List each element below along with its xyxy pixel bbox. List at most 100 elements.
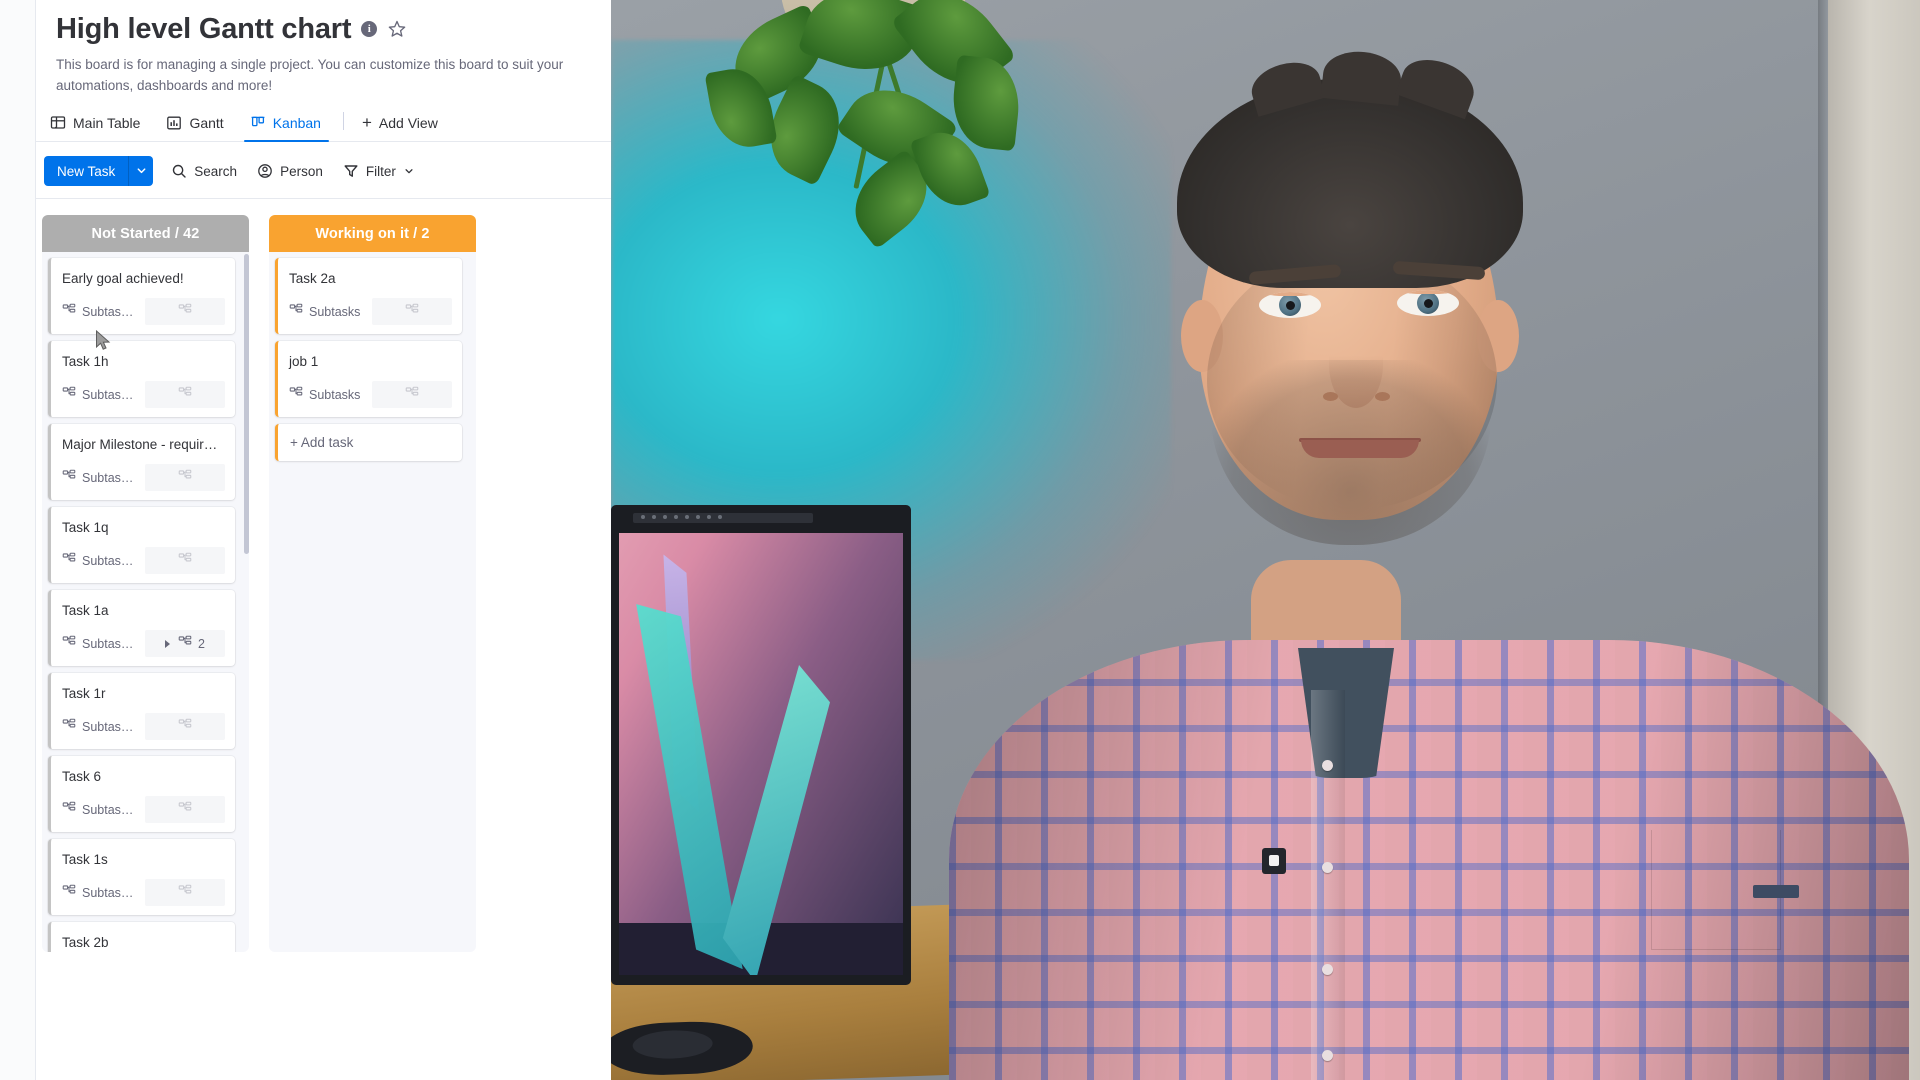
kanban-card[interactable]: Task 1a Subtas… 2 xyxy=(48,590,235,666)
tab-label: Kanban xyxy=(272,114,321,131)
tab-gantt[interactable]: Gantt xyxy=(154,105,237,141)
search-icon xyxy=(171,163,187,179)
add-view-button[interactable]: + Add View xyxy=(350,105,452,141)
webcam-video-feed xyxy=(611,0,1920,1080)
search-button[interactable]: Search xyxy=(169,159,239,183)
board-toolbar: New Task Search Person Filter xyxy=(36,142,611,198)
card-subtasks-row: Subtasks xyxy=(278,381,462,408)
card-subtasks-value[interactable] xyxy=(372,298,452,325)
kanban-card[interactable]: job 1 Subtasks xyxy=(275,341,462,417)
card-subtasks-label: Subtasks xyxy=(309,304,361,319)
board-description: This board is for managing a single proj… xyxy=(56,57,564,93)
view-tabs: Main Table Gantt Kanban + Add View xyxy=(36,106,611,142)
kanban-icon xyxy=(250,115,266,131)
nostril xyxy=(1323,392,1338,401)
tab-kanban[interactable]: Kanban xyxy=(238,105,335,142)
chevron-down-icon xyxy=(404,164,414,179)
card-subtasks-value[interactable] xyxy=(145,298,225,325)
subtask-icon xyxy=(178,635,192,652)
plus-icon: + xyxy=(361,113,372,132)
kanban-card[interactable]: Major Milestone - requirements ag… xyxy=(48,424,235,500)
card-subtasks-label-group: Subtas… xyxy=(51,879,145,906)
subtask-icon xyxy=(62,386,76,403)
column-body: Task 2a Subtasks job 1 Subtasks + Add ta… xyxy=(269,252,476,952)
card-subtasks-label: Subtas… xyxy=(82,470,134,485)
page-title: High level Gantt chart xyxy=(56,13,352,45)
kanban-app-panel: High level Gantt chart i This board is f… xyxy=(0,0,611,1080)
star-icon[interactable] xyxy=(387,19,407,39)
column-card-list: Task 2a Subtasks job 1 Subtasks + Add ta… xyxy=(275,258,471,946)
eyelid xyxy=(1397,290,1459,294)
kanban-board: Not Started / 42 Early goal achieved! Su… xyxy=(36,199,611,1080)
card-subtasks-label-group: Subtasks xyxy=(278,298,372,325)
kanban-card[interactable]: Task 6 Subtas… xyxy=(48,756,235,832)
subtask-count: 2 xyxy=(198,636,205,651)
card-subtasks-value[interactable] xyxy=(145,713,225,740)
subtask-icon xyxy=(405,303,419,320)
card-subtasks-value[interactable] xyxy=(145,879,225,906)
kanban-card[interactable]: Task 2a Subtasks xyxy=(275,258,462,334)
subtask-icon xyxy=(62,469,76,486)
column-scrollbar[interactable] xyxy=(244,254,249,554)
kanban-card[interactable]: Task 1s Subtas… xyxy=(48,839,235,915)
card-subtasks-label: Subtas… xyxy=(82,304,134,319)
card-subtasks-value[interactable] xyxy=(145,381,225,408)
kanban-card[interactable]: Task 2b xyxy=(48,922,235,952)
card-subtasks-row: Subtas… xyxy=(51,630,235,657)
info-icon[interactable]: i xyxy=(361,21,378,37)
card-subtasks-label: Subtas… xyxy=(82,885,134,900)
shirt-placket xyxy=(1311,690,1345,1080)
card-title: job 1 xyxy=(289,354,319,369)
card-title: Task 1q xyxy=(62,520,109,535)
card-subtasks-row: Subtas… xyxy=(51,796,235,823)
card-subtasks-value[interactable] xyxy=(145,464,225,491)
card-title: Task 2b xyxy=(62,935,109,950)
card-subtasks-row: Subtasks xyxy=(278,298,462,325)
person-icon xyxy=(257,163,273,179)
card-subtasks-value[interactable]: 2 xyxy=(145,630,225,657)
card-subtasks-value[interactable] xyxy=(372,381,452,408)
card-subtasks-label: Subtas… xyxy=(82,553,134,568)
kanban-card[interactable]: Task 1r Subtas… xyxy=(48,673,235,749)
pupil xyxy=(1424,299,1433,308)
filter-button[interactable]: Filter xyxy=(341,159,416,183)
card-subtasks-row: Subtas… xyxy=(51,298,235,325)
new-task-dropdown-button[interactable] xyxy=(128,156,154,186)
new-task-button[interactable]: New Task xyxy=(44,156,129,186)
card-title: Early goal achieved! xyxy=(62,271,184,286)
card-subtasks-label-group: Subtas… xyxy=(51,713,145,740)
kanban-card[interactable]: Early goal achieved! Subtas… xyxy=(48,258,235,334)
board-title-row: High level Gantt chart i xyxy=(56,10,591,48)
chevron-down-icon xyxy=(136,164,147,179)
card-subtasks-label-group: Subtasks xyxy=(278,381,372,408)
shirt-logo-patch xyxy=(1262,848,1286,874)
tab-main-table[interactable]: Main Table xyxy=(38,105,154,141)
card-subtasks-label-group: Subtas… xyxy=(51,796,145,823)
board-content: High level Gantt chart i This board is f… xyxy=(36,0,611,1080)
expand-triangle-icon[interactable] xyxy=(165,639,171,648)
card-subtasks-value[interactable] xyxy=(145,547,225,574)
table-icon xyxy=(50,115,66,131)
card-subtasks-value[interactable] xyxy=(145,796,225,823)
person-on-camera xyxy=(611,0,1920,1080)
kanban-card[interactable]: Task 1q Subtas… xyxy=(48,507,235,583)
nostril xyxy=(1375,392,1390,401)
subtask-icon xyxy=(178,884,192,901)
shirt-button xyxy=(1322,760,1333,771)
screen-capture: High level Gantt chart i This board is f… xyxy=(0,0,1920,1080)
person-filter-button[interactable]: Person xyxy=(255,159,325,183)
card-subtasks-row: Subtas… xyxy=(51,547,235,574)
card-title: Task 1h xyxy=(62,354,109,369)
subtask-icon xyxy=(62,635,76,652)
card-subtasks-label: Subtas… xyxy=(82,636,134,651)
person-label: Person xyxy=(280,163,323,179)
chart-icon xyxy=(166,115,182,131)
kanban-card[interactable]: Task 1h Subtas… xyxy=(48,341,235,417)
card-title: Major Milestone - requirements ag… xyxy=(62,437,235,452)
kanban-column-working-on-it: Working on it / 2 Task 2a Subtasks job 1… xyxy=(269,215,476,952)
subtask-icon xyxy=(62,718,76,735)
subtask-icon xyxy=(62,884,76,901)
card-subtasks-label: Subtas… xyxy=(82,387,134,402)
add-task-button[interactable]: + Add task xyxy=(275,424,462,461)
board-header: High level Gantt chart i This board is f… xyxy=(36,0,611,96)
